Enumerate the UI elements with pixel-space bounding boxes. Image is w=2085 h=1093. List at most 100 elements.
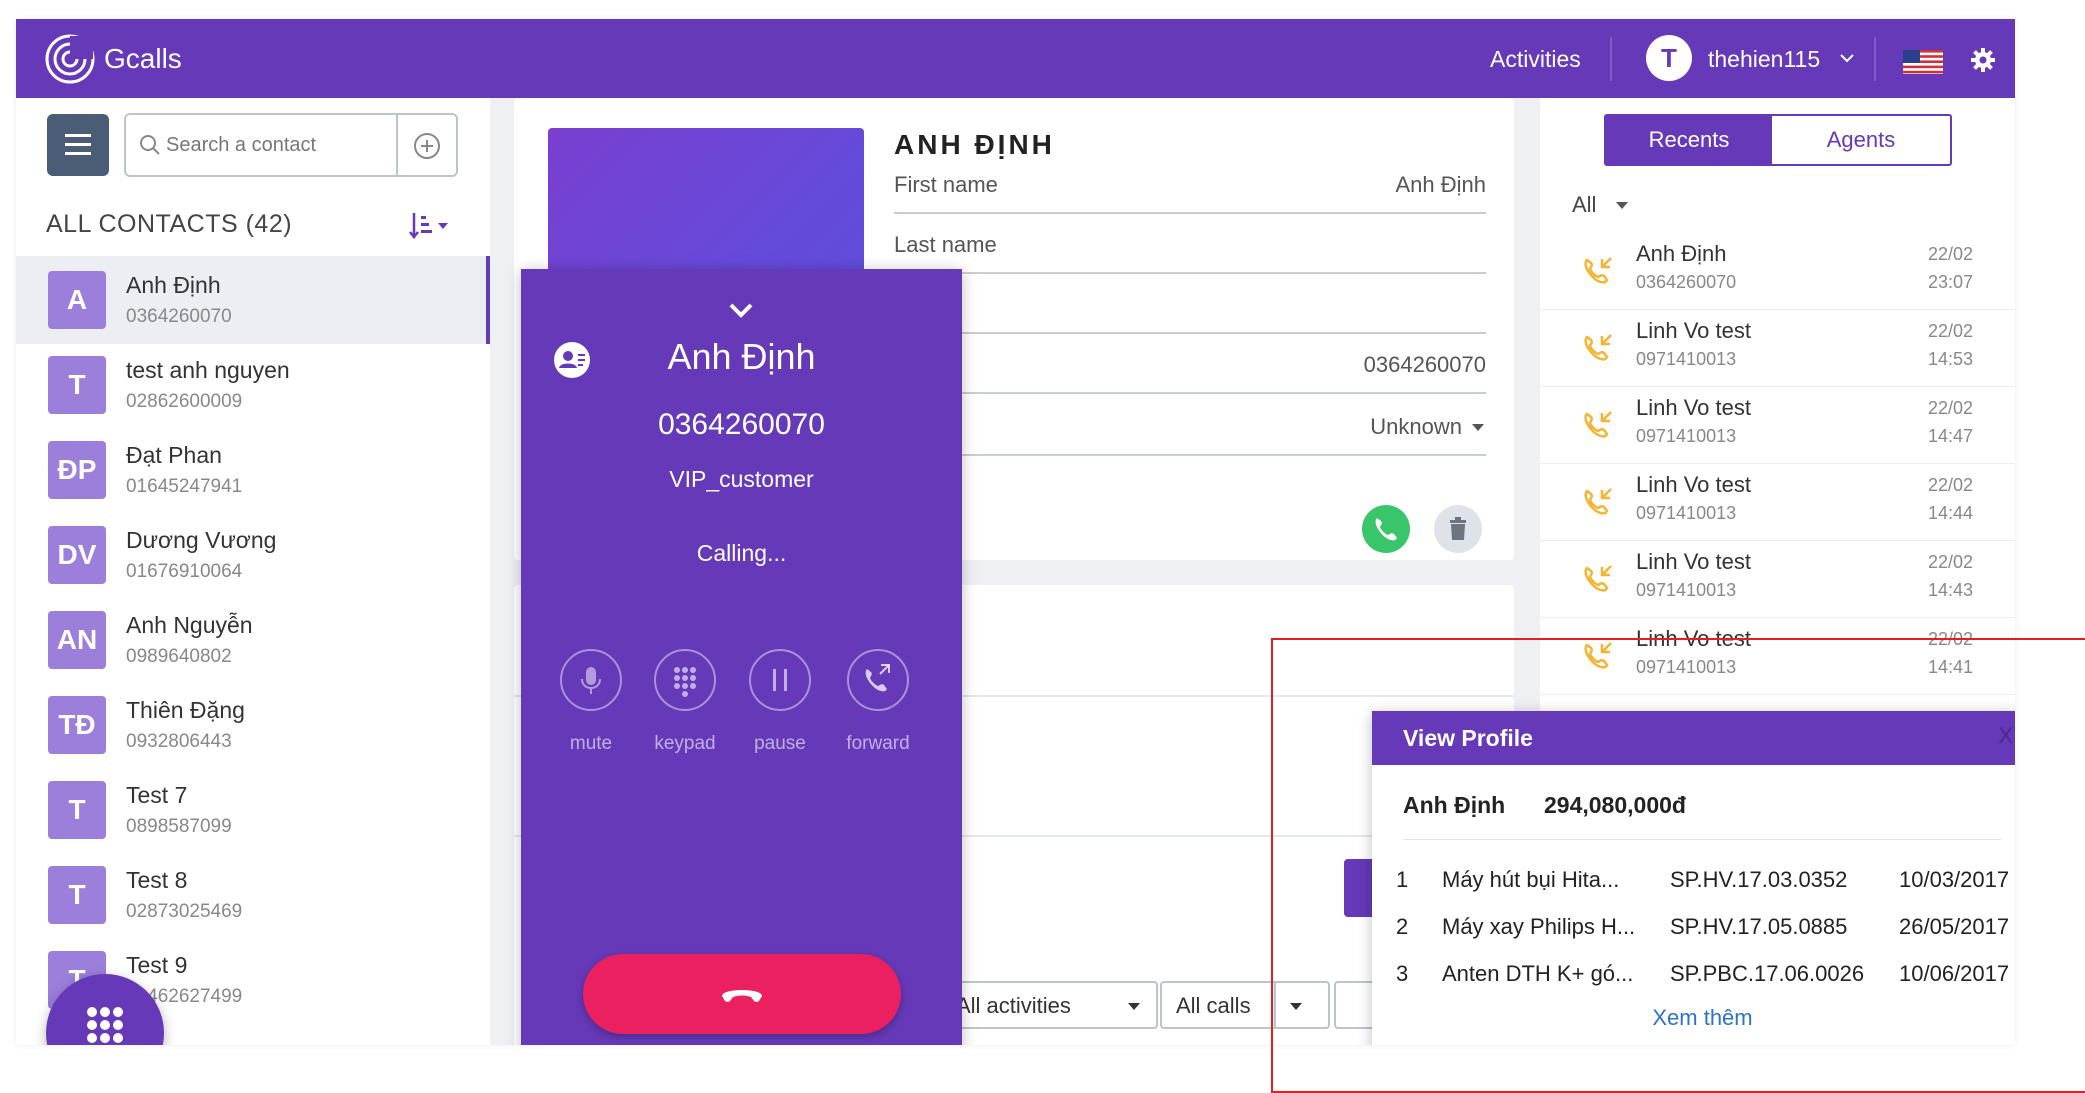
contact-name: Test 7 <box>126 782 188 808</box>
recent-phone: 0971410013 <box>1636 426 1737 446</box>
gender-field[interactable]: ler Unknown <box>894 398 1486 456</box>
first-name-field[interactable]: First name Anh Định <box>894 156 1486 214</box>
phone-field[interactable]: e 0364260070 <box>894 336 1486 394</box>
call-status: Calling... <box>696 540 787 566</box>
contact-name: test anh nguyen <box>126 357 290 383</box>
control-label: keypad <box>654 733 716 754</box>
keypad-button[interactable] <box>654 649 716 711</box>
profile-field[interactable]: n <box>894 276 1486 334</box>
hangup-icon <box>722 990 762 1002</box>
recent-time: 23:07 <box>1927 272 1973 292</box>
pause-button[interactable] <box>749 649 811 711</box>
field-label: Last name <box>894 232 997 257</box>
divider <box>1874 37 1876 81</box>
contact-phone: 01676910064 <box>126 561 243 582</box>
recent-date: 22/02 <box>1927 244 1973 264</box>
contact-item[interactable]: T Test 7 0898587099 <box>16 766 490 854</box>
gear-icon[interactable] <box>1970 47 1996 73</box>
recent-name: Linh Vo test <box>1636 549 1751 574</box>
hangup-button[interactable] <box>583 954 901 1034</box>
contact-phone: 0989640802 <box>126 646 232 667</box>
logo-text: Gcalls <box>104 43 182 74</box>
recent-phone: 0971410013 <box>1636 349 1737 369</box>
caret-down-icon[interactable] <box>1472 424 1484 431</box>
contact-name: Đạt Phan <box>126 442 222 468</box>
filter-label: All activities <box>956 993 1071 1018</box>
recent-date: 22/02 <box>1927 552 1973 572</box>
activities-link[interactable]: Activities <box>1490 43 1581 75</box>
dialpad-button[interactable] <box>46 974 164 1045</box>
contact-name: Test 8 <box>126 867 188 893</box>
recent-call-item[interactable]: Anh Định 0364260070 22/02 23:07 <box>1540 233 2015 310</box>
recent-date: 22/02 <box>1927 398 1973 418</box>
recent-phone: 0971410013 <box>1636 580 1737 600</box>
contact-item[interactable]: ĐP Đạt Phan 01645247941 <box>16 426 490 514</box>
contact-item[interactable]: TĐ Thiên Đặng 0932806443 <box>16 681 490 769</box>
call-button[interactable] <box>1362 505 1410 553</box>
recent-call-item[interactable]: Linh Vo test 0971410013 22/02 14:43 <box>1540 541 2015 618</box>
top-bar: Gcalls Activities T thehien115 <box>16 19 2015 98</box>
phone-icon <box>1375 518 1397 541</box>
recent-phone: 0971410013 <box>1636 503 1737 523</box>
search-icon <box>140 135 160 155</box>
menu-button[interactable] <box>47 114 109 176</box>
contact-item[interactable]: AN Anh Nguyễn 0989640802 <box>16 596 490 684</box>
contact-item[interactable]: A Anh Định 0364260070 <box>16 256 490 344</box>
recents-filter[interactable]: All <box>1572 190 1596 220</box>
recent-date: 22/02 <box>1927 475 1973 495</box>
caret-down-icon[interactable] <box>1616 202 1628 209</box>
caller-name: Anh Định <box>667 336 816 377</box>
recent-call-item[interactable]: Linh Vo test 0971410013 22/02 14:47 <box>1540 387 2015 464</box>
mic-icon <box>581 667 601 694</box>
trash-icon <box>1450 517 1466 540</box>
contact-avatar: A <box>48 271 106 329</box>
contact-phone: 02873025469 <box>126 901 243 922</box>
contact-phone: 0932806443 <box>126 731 232 752</box>
chevron-down-icon[interactable] <box>1838 49 1856 67</box>
gcalls-logo-icon <box>45 34 95 84</box>
contact-avatar: T <box>48 781 106 839</box>
contact-item[interactable]: T Test 8 02873025469 <box>16 851 490 939</box>
recent-time: 14:53 <box>1927 349 1973 369</box>
keypad-icon <box>674 667 696 697</box>
last-name-field[interactable]: Last name <box>894 216 1486 274</box>
chevron-down-icon[interactable] <box>719 299 763 323</box>
recent-date: 22/02 <box>1927 321 1973 341</box>
recent-time: 14:47 <box>1927 426 1973 446</box>
divider <box>396 115 398 175</box>
add-contact-icon[interactable] <box>412 131 442 161</box>
recent-time: 14:44 <box>1927 503 1973 523</box>
sort-icon[interactable] <box>408 210 452 240</box>
incoming-call-icon <box>1584 565 1612 592</box>
tab-agents[interactable]: Agents <box>1772 116 1950 164</box>
user-avatar[interactable]: T <box>1646 35 1692 81</box>
control-label: pause <box>754 733 806 754</box>
tab-recents[interactable]: Recents <box>1606 116 1772 164</box>
search-input[interactable]: Search a contact <box>166 130 316 160</box>
contact-name: Dương Vương <box>126 527 277 553</box>
search-box[interactable]: Search a contact <box>124 113 458 177</box>
field-value: Anh Định <box>1395 172 1486 197</box>
contact-phone: 01645247941 <box>126 476 243 497</box>
forward-button[interactable] <box>847 649 909 711</box>
contact-avatar: ĐP <box>48 441 106 499</box>
mute-button[interactable] <box>560 649 622 711</box>
contact-item[interactable]: DV Dương Vương 01676910064 <box>16 511 490 599</box>
divider <box>1610 37 1612 81</box>
contact-item[interactable]: T test anh nguyen 02862600009 <box>16 341 490 429</box>
recent-call-item[interactable]: Linh Vo test 0971410013 22/02 14:53 <box>1540 310 2015 387</box>
recent-phone: 0364260070 <box>1636 272 1737 292</box>
recent-name: Anh Định <box>1636 241 1727 266</box>
username[interactable]: thehien115 <box>1708 43 1820 75</box>
recents-tabs: Recents Agents <box>1604 114 1952 166</box>
contact-avatar: DV <box>48 526 106 584</box>
us-flag-icon[interactable] <box>1903 50 1943 74</box>
contact-name: Thiên Đặng <box>126 697 245 723</box>
incoming-call-icon <box>1584 257 1612 284</box>
caller-tag: VIP_customer <box>669 466 814 492</box>
recent-name: Linh Vo test <box>1636 318 1751 343</box>
activities-filter[interactable]: All activities <box>940 981 1158 1029</box>
delete-button[interactable] <box>1434 505 1482 553</box>
recent-call-item[interactable]: Linh Vo test 0971410013 22/02 14:44 <box>1540 464 2015 541</box>
dialpad-icon <box>87 1007 123 1043</box>
